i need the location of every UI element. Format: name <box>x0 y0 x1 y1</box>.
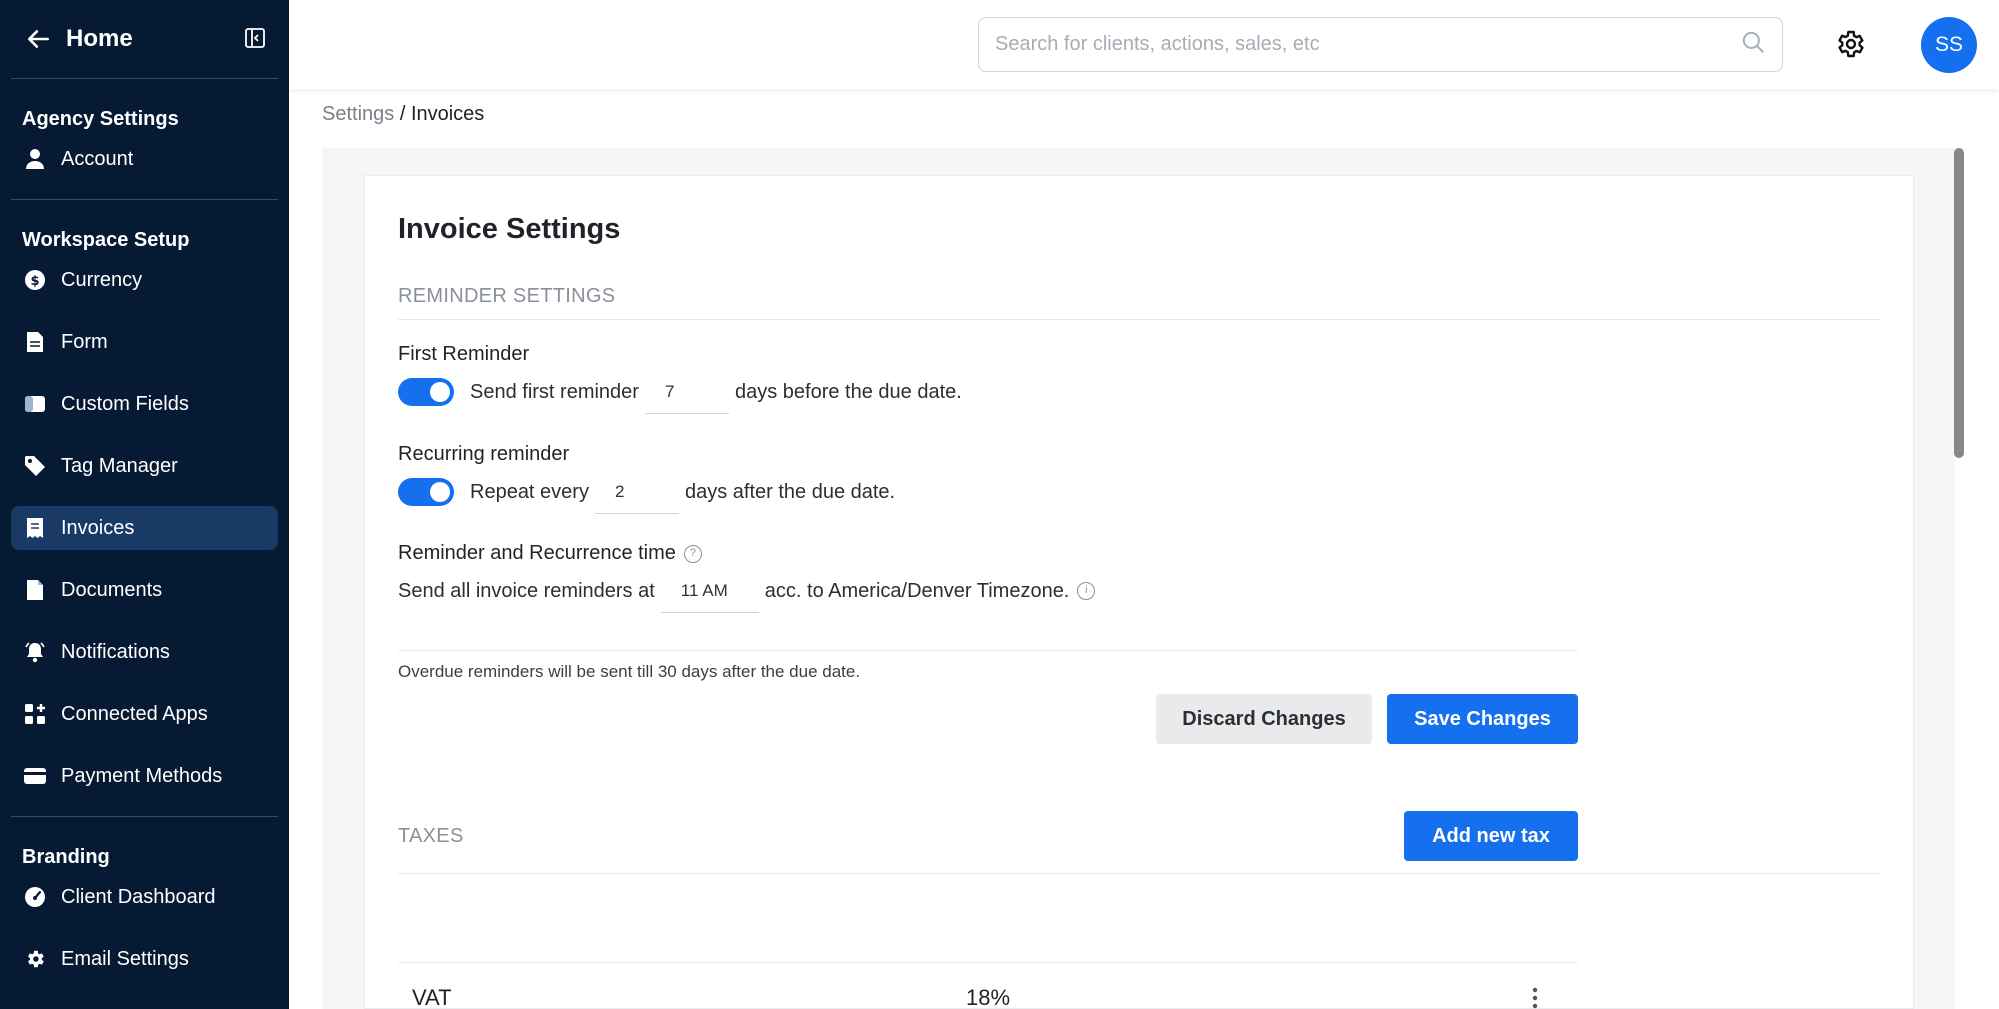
sidebar-item-client-dashboard[interactable]: Client Dashboard <box>11 875 278 919</box>
sidebar-header: Home <box>0 0 289 78</box>
divider <box>398 650 1578 651</box>
recurring-reminder-toggle[interactable] <box>398 478 454 506</box>
sidebar-item-label: Client Dashboard <box>61 885 216 908</box>
sidebar-item-label: Notifications <box>61 640 170 663</box>
sidebar-item-label: Account <box>61 147 134 170</box>
breadcrumb: Settings / Invoices <box>322 103 484 126</box>
sidebar-item-connected-apps[interactable]: Connected Apps <box>11 692 278 736</box>
breadcrumb-current: Invoices <box>410 103 485 125</box>
table-row: VAT 18% <box>398 963 1578 1009</box>
scrollbar-thumb[interactable] <box>1954 148 1964 458</box>
page-title: Invoice Settings <box>398 213 621 245</box>
document-icon <box>23 330 47 354</box>
recurring-reminder-label: Recurring reminder <box>398 443 570 465</box>
section-branding: Branding <box>22 846 110 868</box>
sidebar-item-label: Tag Manager <box>61 454 178 477</box>
breadcrumb-separator: / <box>394 103 411 125</box>
credit-card-icon <box>23 764 47 788</box>
recurring-reminder-row: Repeat every 2 days after the due date. <box>398 470 895 514</box>
overdue-note: Overdue reminders will be sent till 30 d… <box>398 662 861 681</box>
sidebar-item-label: Payment Methods <box>61 764 223 787</box>
sidebar-item-account[interactable]: Account <box>11 137 278 181</box>
first-reminder-suffix: days before the due date. <box>734 380 962 403</box>
sidebar: Home Agency Settings Account Workspace S… <box>0 0 289 1009</box>
tag-icon <box>23 454 47 478</box>
sidebar-item-label: Connected Apps <box>61 702 208 725</box>
collapse-sidebar-icon[interactable] <box>243 26 269 52</box>
tax-rate: 18% <box>966 985 1011 1009</box>
first-reminder-toggle[interactable] <box>398 378 454 406</box>
reminder-time-select[interactable]: 11 AM <box>660 569 759 613</box>
user-icon <box>23 147 47 171</box>
divider <box>398 873 1880 874</box>
first-reminder-row: Send first reminder 7 days before the du… <box>398 370 962 414</box>
more-options-icon[interactable] <box>1532 987 1538 1009</box>
section-agency-settings: Agency Settings <box>22 108 179 130</box>
reminder-time-label: Reminder and Recurrence time <box>398 542 676 564</box>
sidebar-item-label: Currency <box>61 268 143 291</box>
breadcrumb-settings-link[interactable]: Settings <box>322 103 394 125</box>
apps-icon <box>23 702 47 726</box>
reminder-settings-heading: REMINDER SETTINGS <box>398 285 616 307</box>
save-changes-button[interactable]: Save Changes <box>1387 694 1578 744</box>
reminder-time-prefix: Send all invoice reminders at <box>398 579 655 602</box>
toggle-card-icon <box>23 392 47 416</box>
first-reminder-label: First Reminder <box>398 343 530 365</box>
search-icon[interactable] <box>1740 29 1766 60</box>
help-icon[interactable]: ? <box>683 544 702 563</box>
sidebar-item-payment-methods[interactable]: Payment Methods <box>11 754 278 798</box>
reminder-time-row: Send all invoice reminders at 11 AM acc.… <box>398 569 1096 613</box>
tax-name: VAT <box>412 985 452 1009</box>
recurring-reminder-days-input[interactable]: 2 <box>594 470 679 514</box>
sidebar-item-label: Email Settings <box>61 947 189 970</box>
divider <box>398 319 1880 320</box>
dollar-icon: $ <box>23 268 47 292</box>
search-bar[interactable] <box>978 17 1783 72</box>
bell-icon <box>23 640 47 664</box>
discard-changes-button[interactable]: Discard Changes <box>1156 694 1372 744</box>
sidebar-item-tag-manager[interactable]: Tag Manager <box>11 444 278 488</box>
sidebar-item-label: Documents <box>61 578 163 601</box>
reminder-time-suffix: acc. to America/Denver Timezone. <box>764 579 1070 602</box>
first-reminder-days-input[interactable]: 7 <box>644 370 729 414</box>
svg-text:$: $ <box>30 274 39 289</box>
sidebar-item-notifications[interactable]: Notifications <box>11 630 278 674</box>
sidebar-item-email-settings[interactable]: Email Settings <box>11 937 278 981</box>
add-new-tax-button[interactable]: Add new tax <box>1404 811 1578 861</box>
dashboard-gauge-icon <box>23 885 47 909</box>
home-link[interactable]: Home <box>66 25 133 53</box>
first-reminder-prefix: Send first reminder <box>470 380 639 403</box>
back-arrow-icon[interactable] <box>22 22 56 56</box>
recurring-reminder-suffix: days after the due date. <box>684 480 896 503</box>
sidebar-item-label: Invoices <box>61 516 135 539</box>
top-header: SS <box>289 0 1999 89</box>
settings-gear-icon[interactable] <box>1835 28 1869 62</box>
user-avatar[interactable]: SS <box>1921 17 1977 73</box>
info-icon[interactable]: i <box>1077 582 1096 600</box>
search-input[interactable] <box>995 33 1740 56</box>
document-icon <box>23 578 47 602</box>
gear-icon <box>23 947 47 971</box>
reminder-time-label-row: Reminder and Recurrence time ? <box>398 542 702 565</box>
sidebar-item-custom-fields[interactable]: Custom Fields <box>11 382 278 426</box>
sidebar-item-documents[interactable]: Documents <box>11 568 278 612</box>
sidebar-item-label: Form <box>61 330 108 353</box>
taxes-heading: TAXES <box>398 825 464 847</box>
section-workspace-setup: Workspace Setup <box>22 229 190 251</box>
recurring-reminder-prefix: Repeat every <box>470 480 589 503</box>
sidebar-item-currency[interactable]: $ Currency <box>11 258 278 302</box>
sidebar-item-label: Custom Fields <box>61 392 189 415</box>
sidebar-item-invoices[interactable]: Invoices <box>11 506 278 550</box>
receipt-icon <box>23 516 47 540</box>
sidebar-item-form[interactable]: Form <box>11 320 278 364</box>
